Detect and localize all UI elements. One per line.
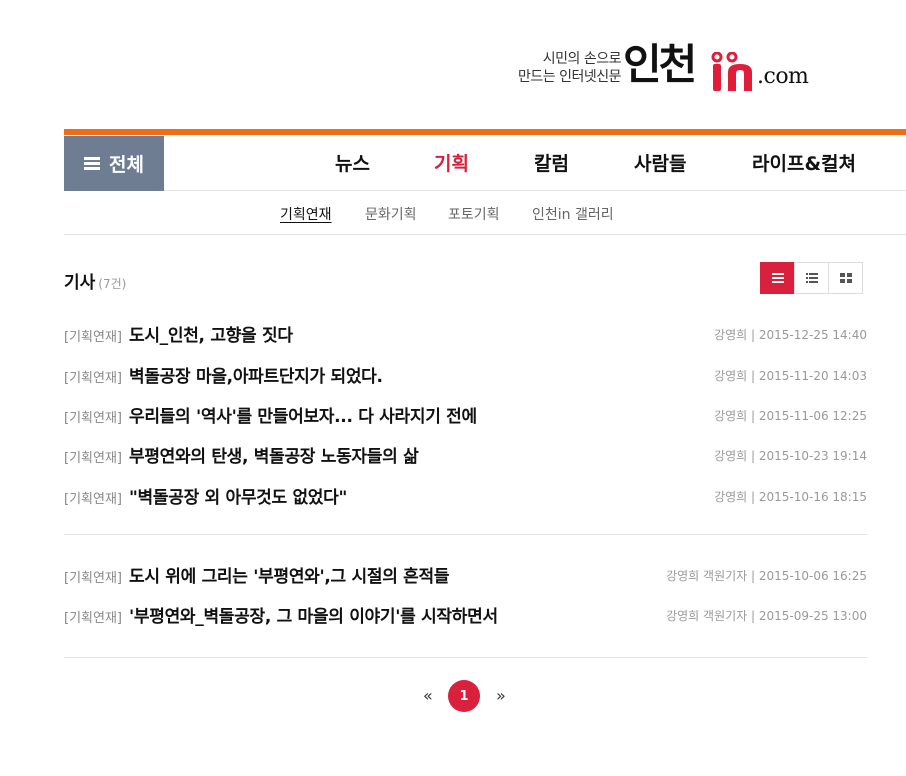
- sub-nav: 기획연재 문화기획 포토기획 인천in 갤러리: [64, 191, 906, 235]
- article-title[interactable]: 도시_인천, 고향을 짓다: [129, 321, 293, 346]
- article-category[interactable]: [기획연재]: [64, 488, 122, 507]
- grid-view-button[interactable]: [828, 262, 863, 294]
- article-row: [기획연재] '부평연와_벽돌공장, 그 마을의 이야기'를 시작하면서 강영희…: [64, 602, 867, 627]
- article-meta: 강영희 | 2015-11-20 14:03: [714, 369, 867, 383]
- logo-in-mark: [711, 52, 752, 91]
- compact-list-view-button[interactable]: [794, 262, 829, 294]
- nav-item-column[interactable]: 칼럼: [534, 149, 569, 176]
- logo-brand: 인천: [623, 40, 697, 89]
- nav-item-news[interactable]: 뉴스: [335, 149, 370, 176]
- article-count: (7건): [98, 277, 127, 291]
- article-meta: 강영희 객원기자 | 2015-09-25 13:00: [666, 609, 867, 623]
- list-view-icon: [771, 273, 784, 283]
- article-category[interactable]: [기획연재]: [64, 447, 122, 466]
- compact-list-icon: [805, 273, 818, 283]
- article-row: [기획연재] "벽돌공장 외 아무것도 없었다" 강영희 | 2015-10-1…: [64, 483, 867, 508]
- list-divider: [64, 534, 867, 535]
- all-menu-button[interactable]: 전체: [64, 136, 164, 191]
- logo-domain: .com: [757, 64, 809, 89]
- view-toggle: [760, 262, 863, 294]
- site-logo[interactable]: 시민의 손으로 만드는 인터넷신문 인천 in .com: [505, 40, 825, 96]
- article-title[interactable]: 부평연와의 탄생, 벽돌공장 노동자들의 삶: [129, 442, 419, 467]
- list-divider: [64, 657, 867, 658]
- nav-item-life-culture[interactable]: 라이프&컬쳐: [752, 149, 856, 176]
- list-view-button[interactable]: [760, 262, 795, 294]
- article-category[interactable]: [기획연재]: [64, 367, 122, 386]
- article-category[interactable]: [기획연재]: [64, 567, 122, 586]
- article-row: [기획연재] 도시 위에 그리는 '부평연와',그 시절의 흔적들 강영희 객원…: [64, 562, 867, 587]
- section-title: 기사 (7건): [64, 268, 126, 293]
- article-meta: 강영희 | 2015-10-16 18:15: [714, 490, 867, 504]
- logo-tagline-line1: 시민의 손으로: [542, 51, 622, 67]
- nav-item-planning[interactable]: 기획: [434, 149, 469, 176]
- subnav-item-culture[interactable]: 문화기획: [365, 204, 417, 224]
- article-title[interactable]: 우리들의 '역사'를 만들어보자... 다 사라지기 전에: [129, 402, 477, 427]
- article-title[interactable]: '부평연와_벽돌공장, 그 마을의 이야기'를 시작하면서: [129, 602, 498, 627]
- pagination: « 1 »: [0, 680, 906, 712]
- article-title[interactable]: 벽돌공장 마을,아파트단지가 되었다.: [129, 362, 383, 387]
- nav-item-people[interactable]: 사람들: [634, 149, 686, 176]
- logo-tagline-line2: 만드는 인터넷신문: [518, 69, 622, 85]
- subnav-item-series[interactable]: 기획연재: [280, 204, 332, 224]
- hamburger-icon: [84, 157, 101, 170]
- article-row: [기획연재] 벽돌공장 마을,아파트단지가 되었다. 강영희 | 2015-11…: [64, 362, 867, 387]
- main-nav: 전체 뉴스 기획 칼럼 사람들 라이프&컬쳐: [64, 135, 906, 191]
- article-meta: 강영희 | 2015-11-06 12:25: [714, 409, 867, 423]
- logo-tagline: 시민의 손으로 만드는 인터넷신문: [505, 50, 622, 86]
- grid-view-icon: [839, 273, 852, 283]
- article-row: [기획연재] 부평연와의 탄생, 벽돌공장 노동자들의 삶 강영희 | 2015…: [64, 442, 867, 467]
- next-page-button[interactable]: »: [496, 686, 506, 705]
- section-title-text: 기사: [64, 273, 96, 293]
- article-category[interactable]: [기획연재]: [64, 607, 122, 626]
- page-number-current[interactable]: 1: [448, 680, 480, 712]
- article-meta: 강영희 객원기자 | 2015-10-06 16:25: [666, 569, 867, 583]
- all-menu-label: 전체: [109, 154, 144, 176]
- article-category[interactable]: [기획연재]: [64, 407, 122, 426]
- article-row: [기획연재] 우리들의 '역사'를 만들어보자... 다 사라지기 전에 강영희…: [64, 402, 867, 427]
- article-title[interactable]: "벽돌공장 외 아무것도 없었다": [129, 483, 347, 508]
- article-meta: 강영희 | 2015-12-25 14:40: [714, 328, 867, 342]
- article-category[interactable]: [기획연재]: [64, 326, 122, 345]
- article-title[interactable]: 도시 위에 그리는 '부평연와',그 시절의 흔적들: [129, 562, 449, 587]
- prev-page-button[interactable]: «: [423, 686, 433, 705]
- subnav-item-photo[interactable]: 포토기획: [448, 204, 500, 224]
- article-row: [기획연재] 도시_인천, 고향을 짓다 강영희 | 2015-12-25 14…: [64, 321, 867, 346]
- subnav-item-gallery[interactable]: 인천in 갤러리: [532, 204, 614, 224]
- article-meta: 강영희 | 2015-10-23 19:14: [714, 449, 867, 463]
